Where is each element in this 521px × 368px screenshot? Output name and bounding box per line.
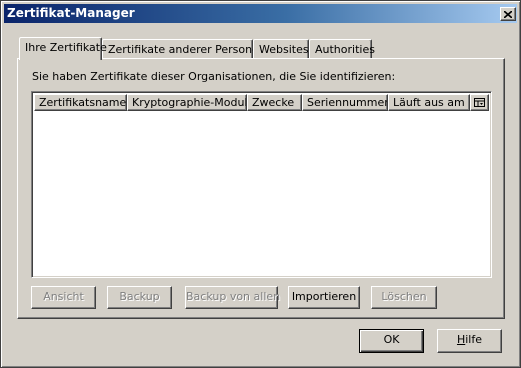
help-mnemonic: H [456,333,466,346]
column-header-row: Zertifikatsname Kryptographie-Modul Zwec… [34,94,489,111]
title-bar[interactable]: Zertifikat-Manager [4,4,517,23]
help-button[interactable]: Hilfe [437,329,502,353]
intro-text: Sie haben Zertifikate dieser Organisatio… [32,70,396,83]
tab-other-persons-certificates[interactable]: Zertifikate anderer Personen [102,39,266,59]
certificate-tree[interactable]: Zertifikatsname Kryptographie-Modul Zwec… [31,91,492,278]
column-picker-icon [474,97,485,107]
column-header-crypto-module[interactable]: Kryptographie-Modul [127,94,247,111]
close-button[interactable] [500,7,516,21]
column-header-purposes[interactable]: Zwecke [247,94,302,111]
view-button[interactable]: Ansicht [31,286,96,309]
tab-label: Authorities [315,43,375,56]
delete-button[interactable]: Löschen [371,286,437,309]
help-label-rest: ilfe [465,333,483,346]
tab-authorities[interactable]: Authorities [309,39,375,59]
column-header-serial-number[interactable]: Seriennummer [302,94,388,111]
tab-panel: Sie haben Zertifikate dieser Organisatio… [17,58,505,319]
backup-all-button[interactable]: Backup von allen [185,286,280,309]
tab-label: Zertifikate anderer Personen [108,43,266,56]
column-header-certificate-name[interactable]: Zertifikatsname [34,94,127,111]
certificate-manager-window: Zertifikat-Manager Ihre Zertifikate Zert… [0,0,521,368]
ok-button[interactable]: OK [359,329,424,353]
window-title: Zertifikat-Manager [7,6,135,20]
tab-websites[interactable]: Websites [253,39,309,59]
column-header-expires-on[interactable]: Läuft aus am [388,94,470,111]
tab-your-certificates[interactable]: Ihre Zertifikate [19,37,107,60]
backup-button[interactable]: Backup [107,286,172,309]
tab-label: Websites [259,43,309,56]
column-picker-button[interactable] [470,94,489,111]
close-icon [504,10,512,18]
tab-label: Ihre Zertifikate [25,41,107,54]
import-button[interactable]: Importieren [288,286,360,309]
